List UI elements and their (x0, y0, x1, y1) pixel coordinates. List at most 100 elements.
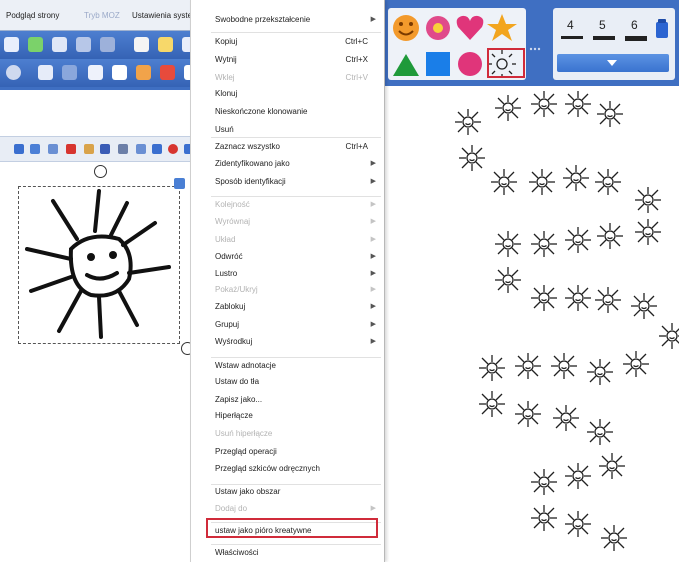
line-width-6-sample[interactable] (625, 36, 647, 41)
sun-stamp[interactable] (459, 145, 485, 171)
sun-stamp[interactable] (515, 401, 541, 427)
line-width-5[interactable]: 5 (599, 18, 606, 32)
context-menu-item[interactable]: Usuń hiperłącze (191, 426, 384, 442)
tool-icon[interactable] (84, 144, 94, 154)
context-menu-item[interactable]: Dodaj do ▶ (191, 501, 384, 517)
tool-icon[interactable] (152, 144, 162, 154)
context-menu-item[interactable]: Wyśrodkuj ▶ (191, 334, 384, 350)
sun-stamp[interactable] (565, 511, 591, 537)
sun-stamp[interactable] (563, 165, 589, 191)
context-menu-item[interactable]: Kopiuj Ctrl+C (191, 34, 384, 50)
line-width-dropdown[interactable] (557, 54, 669, 72)
context-menu-item[interactable]: Zidentyfikowano jako ▶ (191, 156, 384, 172)
triangle-icon[interactable] (393, 54, 419, 76)
sun-stamp[interactable] (491, 169, 517, 195)
color-pot-icon[interactable] (655, 18, 669, 40)
flower-icon[interactable] (426, 16, 450, 40)
context-menu-item[interactable]: Zablokuj ▶ (191, 299, 384, 315)
sun-stamp[interactable] (479, 355, 505, 381)
context-menu-item[interactable]: Ustaw do tła (191, 374, 384, 390)
tool-icon[interactable] (28, 37, 43, 52)
sun-stamp[interactable] (495, 267, 521, 293)
menu-tab-page-view[interactable]: Podgląd strony (6, 11, 59, 20)
sun-stamp[interactable] (565, 227, 591, 253)
sun-stamp[interactable] (597, 223, 623, 249)
line-width-5-sample[interactable] (593, 36, 615, 40)
sun-stamp[interactable] (531, 91, 557, 117)
tool-icon[interactable] (134, 37, 149, 52)
record-icon[interactable] (168, 144, 178, 154)
heart-icon[interactable] (456, 15, 484, 40)
sun-stamp[interactable] (631, 293, 657, 319)
context-menu-item[interactable]: Wytnij Ctrl+X (191, 52, 384, 68)
tool-icon[interactable] (100, 144, 110, 154)
sun-stamp[interactable] (531, 469, 557, 495)
tool-icon[interactable] (14, 144, 24, 154)
menu-tab-mode[interactable]: Tryb MOZ (84, 11, 120, 20)
square-icon[interactable] (426, 52, 450, 76)
sun-stamp[interactable] (599, 453, 625, 479)
sun-stamp[interactable] (553, 405, 579, 431)
rotate-handle[interactable] (94, 165, 107, 178)
sun-stamp[interactable] (587, 359, 613, 385)
sun-stamp[interactable] (495, 95, 521, 121)
tool-icon[interactable] (6, 65, 21, 80)
context-menu-item[interactable]: Przegląd szkiców odręcznych (191, 461, 384, 477)
context-menu-item[interactable]: Sposób identyfikacji ▶ (191, 174, 384, 190)
context-menu-item[interactable]: Wstaw adnotacje (191, 358, 384, 374)
line-width-6[interactable]: 6 (631, 18, 638, 32)
context-menu-item[interactable]: Pokaż/Ukryj ▶ (191, 282, 384, 298)
selection-menu-button[interactable] (174, 178, 185, 189)
context-menu-item[interactable]: Układ ▶ (191, 232, 384, 248)
line-width-4[interactable]: 4 (567, 18, 574, 32)
context-menu-item[interactable]: Swobodne przekształcenie ▶ (191, 12, 384, 28)
context-menu-item[interactable]: Hiperłącze (191, 408, 384, 424)
sun-stamp[interactable] (551, 353, 577, 379)
sun-stamp[interactable] (659, 323, 679, 349)
tool-icon[interactable] (48, 144, 58, 154)
sun-stamp[interactable] (623, 351, 649, 377)
context-menu-item[interactable]: Klonuj (191, 86, 384, 102)
sun-stamp[interactable] (495, 231, 521, 257)
sun-stamp[interactable] (635, 219, 661, 245)
sun-stamp[interactable] (479, 391, 505, 417)
context-menu-item[interactable]: Usuń (191, 122, 384, 138)
context-menu-item[interactable]: Przegląd operacji (191, 444, 384, 460)
context-menu-item[interactable]: Zaznacz wszystko Ctrl+A (191, 139, 384, 155)
pen-tool-icon[interactable] (38, 65, 53, 80)
sun-stamp[interactable] (529, 169, 555, 195)
sun-stamp[interactable] (531, 231, 557, 257)
star-icon[interactable] (487, 14, 517, 41)
tool-icon[interactable] (88, 65, 103, 80)
sun-stamp[interactable] (565, 285, 591, 311)
sun-stamp[interactable] (597, 101, 623, 127)
context-menu-item[interactable]: Wyrównaj ▶ (191, 214, 384, 230)
tool-icon[interactable] (62, 65, 77, 80)
sun-stamp[interactable] (601, 525, 627, 551)
context-menu-item[interactable]: Odwróć ▶ (191, 249, 384, 265)
sun-stamp[interactable] (565, 463, 591, 489)
gallery-more-icon[interactable] (528, 44, 542, 54)
sun-stamp[interactable] (531, 505, 557, 531)
tool-icon[interactable] (136, 144, 146, 154)
sun-stamp[interactable] (595, 287, 621, 313)
menu-tab-system-settings[interactable]: Ustawienia syste (132, 11, 192, 20)
context-menu-item[interactable]: Kolejność ▶ (191, 197, 384, 213)
sun-stamp[interactable] (595, 169, 621, 195)
sun-stamp[interactable] (587, 419, 613, 445)
context-menu-item[interactable]: Właściwości (191, 545, 384, 561)
tool-icon[interactable] (52, 37, 67, 52)
tool-icon[interactable] (30, 144, 40, 154)
sun-stamp[interactable] (565, 91, 591, 117)
context-menu-item[interactable]: Nieskończone klonowanie (191, 104, 384, 120)
sun-stamp[interactable] (531, 285, 557, 311)
tool-icon[interactable] (4, 37, 19, 52)
sun-stamp[interactable] (515, 353, 541, 379)
tool-icon[interactable] (100, 37, 115, 52)
tool-icon[interactable] (118, 144, 128, 154)
tool-icon[interactable] (136, 65, 151, 80)
context-menu-item[interactable]: Zapisz jako... (191, 392, 384, 408)
sun-stamp[interactable] (635, 187, 661, 213)
smiley-icon[interactable] (393, 15, 419, 41)
context-menu-item[interactable]: Wklej Ctrl+V (191, 70, 384, 86)
